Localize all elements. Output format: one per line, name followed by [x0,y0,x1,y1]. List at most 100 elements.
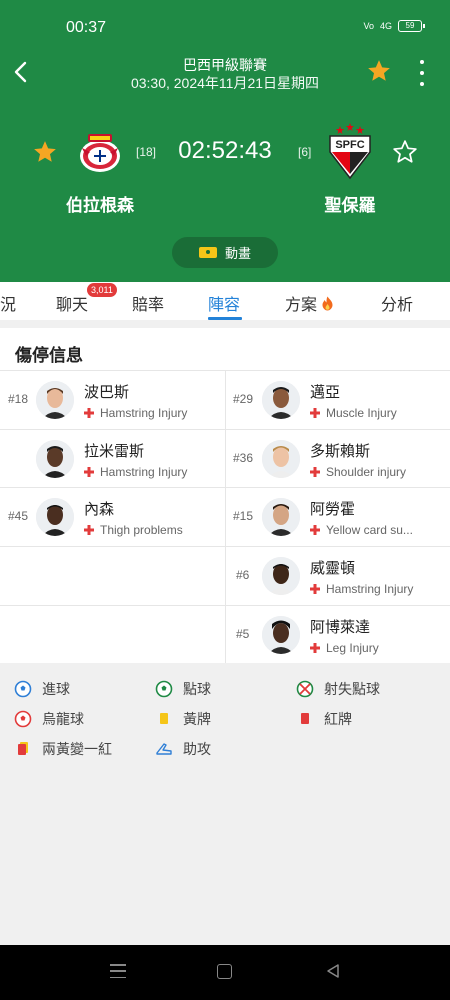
second-yellow-card-icon [18,742,28,755]
player-name: 內森 [84,501,115,518]
player-avatar [262,381,300,419]
legend-red-card: 紅牌 [296,709,352,729]
injury-reason: Hamstring Injury [326,582,414,596]
player-name: 拉米雷斯 [84,443,145,460]
player-name: 波巴斯 [84,384,130,401]
player-avatar [262,557,300,595]
chat-count-badge: 3,011 [87,283,117,297]
injury-reason: Hamstring Injury [100,406,188,420]
injury-reason: Yellow card su... [326,523,413,537]
injury-cross-icon [84,525,94,535]
injury-reason: Muscle Injury [326,406,397,420]
injury-cross-icon [310,584,320,594]
tab-odds[interactable]: 賠率 [132,291,164,315]
injury-cross-icon [310,467,320,477]
signal-icon: 4G [379,21,392,31]
legend-yellow-card: 黃牌 [155,709,211,729]
tab-overview[interactable]: 況 [0,291,16,315]
tab-analysis[interactable]: 分析 [381,291,413,315]
player-number: #5 [236,627,250,641]
tab-chat[interactable]: 聊天 [56,291,88,315]
player-number: #18 [8,392,29,406]
injury-reason: Shoulder injury [326,465,407,479]
injury-row[interactable]: #45 內森 Thigh problems [0,488,225,546]
match-tabs: 況 聊天 3,011 賠率 陣容 方案 分析 [0,282,450,320]
player-avatar [36,440,74,478]
injury-cross-icon [310,643,320,653]
injury-cross-icon [310,408,320,418]
away-team-logo[interactable]: SPFC [326,122,374,180]
player-avatar [262,440,300,478]
more-options-icon[interactable] [414,60,430,86]
injury-row[interactable]: #5 阿博萊達 Leg Injury [226,606,450,664]
animation-label: 動畫 [224,246,251,261]
nav-back-icon[interactable] [325,963,341,979]
tab-lineup[interactable]: 陣容 [208,291,240,315]
away-team-name[interactable]: 聖保羅 [290,191,410,216]
home-icon[interactable] [217,964,232,979]
goal-ball-icon [14,680,32,698]
legend-penalty: 點球 [155,679,211,699]
injury-row[interactable]: #6 威靈頓 Hamstring Injury [226,547,450,605]
player-avatar [262,498,300,536]
away-logo-text: SPFC [335,139,364,151]
player-name: 威靈頓 [310,560,356,577]
away-rank: [6] [298,145,312,159]
yellow-card-icon [160,713,168,724]
legend-assist: 助攻 [155,739,211,759]
injury-title: 傷停信息 [15,346,83,365]
injury-row[interactable]: #18 波巴斯 Hamstring Injury [0,371,225,429]
injury-cross-icon [84,467,94,477]
legend-own-goal: 烏龍球 [14,709,84,729]
missed-penalty-icon [296,680,314,698]
own-goal-ball-icon [14,710,32,728]
injury-reason: Hamstring Injury [100,465,188,479]
injury-cross-icon [84,408,94,418]
player-avatar [36,498,74,536]
injury-row[interactable]: #29 邁亞 Muscle Injury [226,371,450,429]
status-time: 00:37 [66,19,107,36]
legend-goal: 進球 [14,679,70,699]
tab-plans-label: 方案 [285,297,318,314]
volte-icon: Vo [363,21,374,31]
red-card-icon [301,713,309,724]
player-avatar [262,616,300,654]
active-tab-indicator [208,317,242,320]
injury-row[interactable]: #36 多斯賴斯 Shoulder injury [226,430,450,488]
home-team-name[interactable]: 伯拉根森 [40,191,160,216]
player-avatar [36,381,74,419]
player-name: 邁亞 [310,384,341,401]
player-name: 阿博萊達 [310,619,371,636]
away-favorite-star-icon[interactable] [392,139,418,165]
player-number: #6 [236,568,250,582]
injury-reason: Leg Injury [326,641,379,655]
injury-panel: 傷停信息 #18 波巴斯 Hamstring Injury 拉米雷斯 Hamst… [0,328,450,663]
injury-cross-icon [310,525,320,535]
injury-reason: Thigh problems [100,523,183,537]
recent-apps-icon[interactable] [110,964,126,978]
pitch-icon [198,247,217,258]
match-header: 00:37 Vo 4G 59 巴西甲級聯賽 03:30, 2024年11月21日… [0,0,450,282]
system-nav-bar [0,945,450,1000]
tab-plans[interactable]: 方案 [285,291,334,315]
player-number: #15 [233,509,254,523]
match-clock: 02:52:43 [178,137,272,164]
player-name: 阿勞霍 [310,501,356,518]
player-name: 多斯賴斯 [310,443,371,460]
battery-icon: 59 [398,20,425,32]
assist-boot-icon [156,743,172,755]
legend-missed-penalty: 射失點球 [296,679,380,699]
penalty-ball-icon [155,680,173,698]
status-bar: 00:37 Vo 4G 59 [0,0,450,56]
player-number: #45 [8,509,29,523]
legend-second-yellow: 兩黃變一紅 [14,739,112,759]
player-number: #36 [233,451,254,465]
animation-button[interactable]: 動畫 [172,237,278,268]
injury-row[interactable]: #15 阿勞霍 Yellow card su... [226,488,450,546]
player-number: #29 [233,392,254,406]
event-legend: 進球 點球 射失點球 烏龍球 黃牌 紅牌 兩黃變一紅 助攻 [0,663,450,945]
status-icons: Vo 4G 59 [363,20,425,32]
injury-row[interactable]: 拉米雷斯 Hamstring Injury [0,430,225,488]
favorite-match-star-icon[interactable] [366,58,392,84]
fire-icon [322,296,333,311]
